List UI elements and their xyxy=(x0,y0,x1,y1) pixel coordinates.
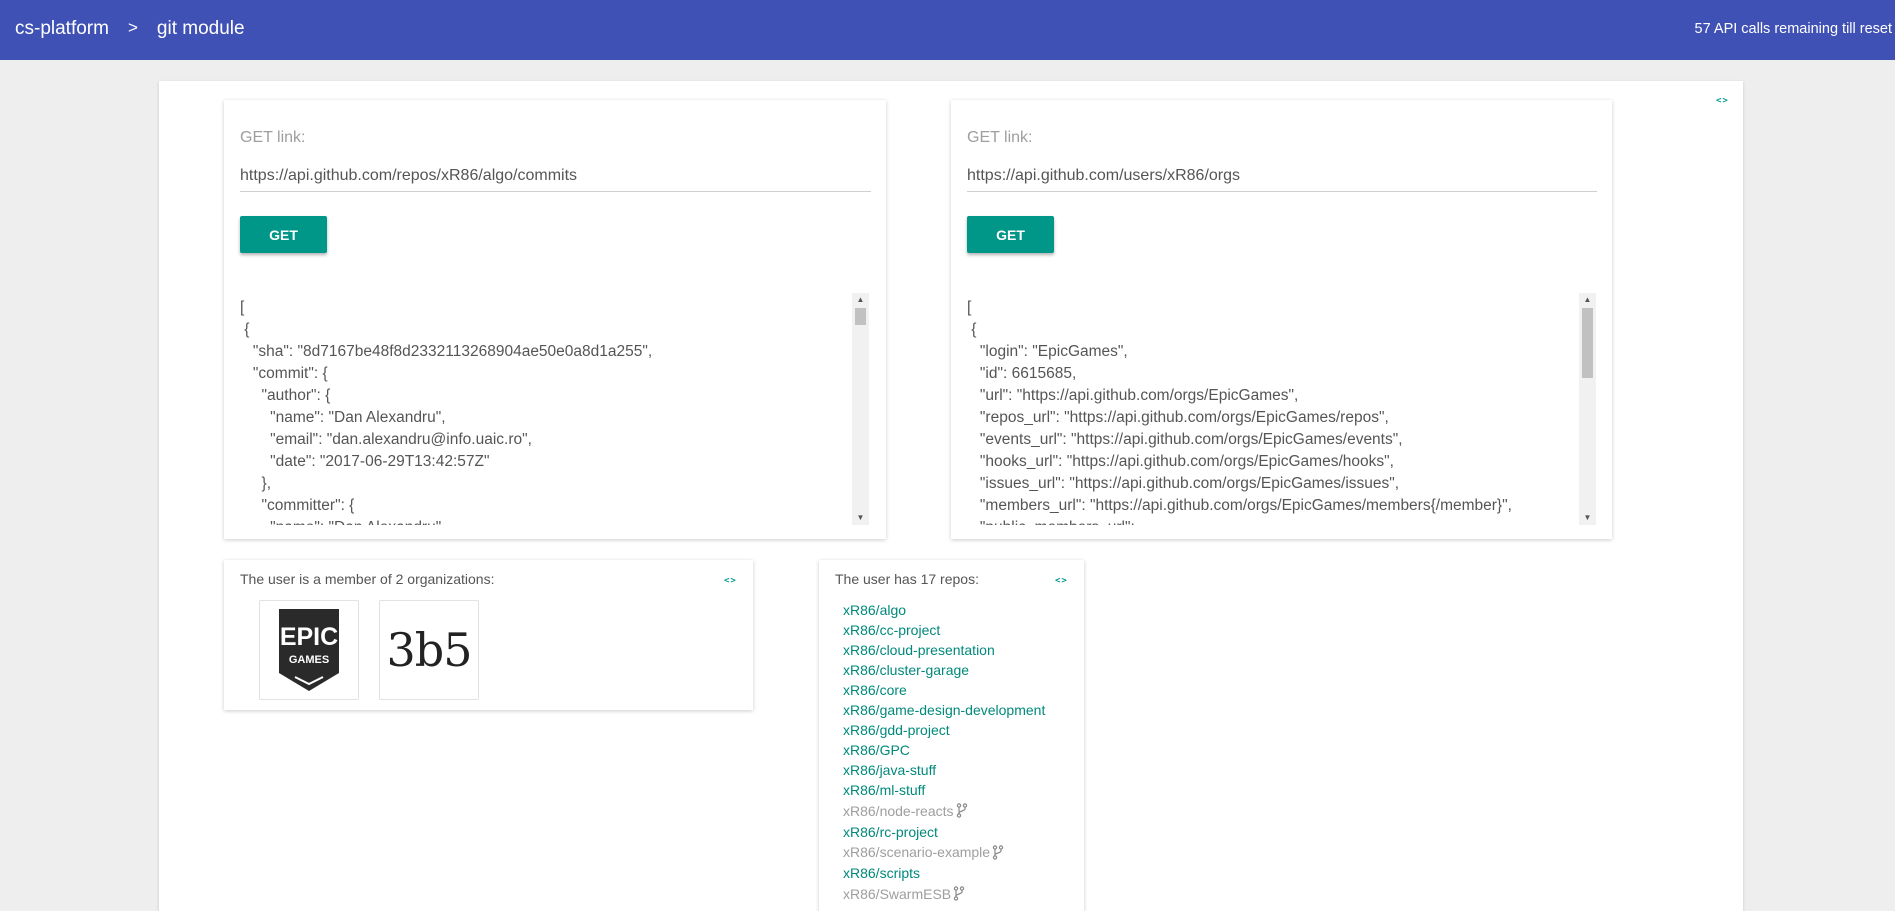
repo-link[interactable]: xR86/cc-project xyxy=(843,620,1045,640)
get-link-label: GET link: xyxy=(967,129,1033,146)
fork-icon xyxy=(953,886,965,901)
scroll-up-arrow-icon[interactable]: ▲ xyxy=(852,293,869,307)
scroll-down-arrow-icon[interactable]: ▼ xyxy=(1579,511,1596,525)
top-app-bar: cs-platform > git module 57 API calls re… xyxy=(0,0,1895,60)
get-button[interactable]: GET xyxy=(967,216,1054,253)
epic-logo-text-top: EPIC xyxy=(280,623,338,651)
api-rate-limit-status: 57 API calls remaining till reset xyxy=(1694,21,1892,37)
repo-link[interactable]: xR86/core xyxy=(843,680,1045,700)
scroll-up-arrow-icon[interactable]: ▲ xyxy=(1579,293,1596,307)
repo-name: xR86/ml-stuff xyxy=(843,782,926,798)
repo-name: xR86/scripts xyxy=(843,865,921,881)
repositories-count-title: The user has 17 repos: xyxy=(835,571,979,587)
repo-link[interactable]: xR86/gdd-project xyxy=(843,720,1045,740)
json-scrollbar[interactable]: ▲ ▼ xyxy=(1579,293,1596,525)
repositories-panel: The user has 17 repos: <> xR86/algo xR86/… xyxy=(819,560,1084,911)
fork-icon xyxy=(956,803,967,818)
code-toggle-icon[interactable]: <> xyxy=(1716,96,1729,106)
breadcrumb: cs-platform > git module xyxy=(15,18,245,40)
repo-name: xR86/SwarmESB xyxy=(843,885,952,902)
code-toggle-icon[interactable]: <> xyxy=(1055,576,1068,586)
breadcrumb-separator: > xyxy=(127,18,138,37)
scroll-down-arrow-icon[interactable]: ▼ xyxy=(852,511,869,525)
organizations-panel: The user is a member of 2 organizations:… xyxy=(224,560,753,710)
epic-games-logo-icon: EPIC GAMES xyxy=(279,609,339,691)
repo-name: xR86/game-design-development xyxy=(843,702,1046,718)
scroll-thumb[interactable] xyxy=(855,308,866,325)
get-panel-commits: GET link: GET [ { "sha": "8d7167be48f8d2… xyxy=(224,100,886,539)
repo-name: xR86/cc-project xyxy=(843,622,941,638)
get-button[interactable]: GET xyxy=(240,216,327,253)
org-epic-games[interactable]: EPIC GAMES xyxy=(259,600,359,700)
repo-name: xR86/cloud-presentation xyxy=(843,642,995,658)
get-link-input[interactable] xyxy=(967,160,1597,192)
epic-logo-text-bottom: GAMES xyxy=(289,654,329,666)
repo-name: xR86/rc-project xyxy=(843,823,938,840)
repo-link[interactable]: xR86/node-reacts xyxy=(843,800,1045,822)
breadcrumb-git-module[interactable]: git module xyxy=(157,18,245,40)
repo-link[interactable]: xR86/scenario-example xyxy=(843,842,1045,864)
get-link-label: GET link: xyxy=(240,129,306,146)
repo-link[interactable]: xR86/GPC xyxy=(843,740,1045,760)
get-panel-orgs: GET link: GET [ { "login": "EpicGames", … xyxy=(951,100,1612,539)
scroll-thumb[interactable] xyxy=(1582,308,1593,378)
repo-link[interactable]: xR86/cluster-garage xyxy=(843,660,1045,680)
json-response[interactable]: [ { "login": "EpicGames", "id": 6615685,… xyxy=(967,293,1567,525)
repo-link[interactable]: xR86/game-design-development xyxy=(843,700,1045,720)
repo-name: xR86/GPC xyxy=(843,742,910,758)
repo-link[interactable]: xR86/rc-project xyxy=(843,822,1045,842)
repo-link[interactable]: xR86/scripts xyxy=(843,863,1045,883)
breadcrumb-cs-platform[interactable]: cs-platform xyxy=(15,18,109,40)
repo-name: xR86/cluster-garage xyxy=(843,662,970,678)
repo-link[interactable]: xR86/ml-stuff xyxy=(843,780,1045,800)
3b5-logo-icon: 3b5 xyxy=(386,623,473,677)
organizations-count-title: The user is a member of 2 organizations: xyxy=(240,571,495,587)
repo-name: xR86/scenario-example xyxy=(843,844,991,861)
json-scrollbar[interactable]: ▲ ▼ xyxy=(852,293,869,525)
repo-link[interactable]: xR86/java-stuff xyxy=(843,760,1045,780)
json-response[interactable]: [ { "sha": "8d7167be48f8d2332113268904ae… xyxy=(240,293,840,525)
repo-name: xR86/gdd-project xyxy=(843,722,950,738)
repo-link[interactable]: xR86/cloud-presentation xyxy=(843,640,1045,660)
repo-link[interactable]: xR86/algo xyxy=(843,600,1045,620)
repo-name: xR86/core xyxy=(843,682,907,698)
get-link-input[interactable] xyxy=(240,160,871,192)
code-toggle-icon[interactable]: <> xyxy=(724,576,737,586)
repo-name: xR86/algo xyxy=(843,602,907,618)
fork-icon xyxy=(992,845,1004,860)
org-3b5[interactable]: 3b5 xyxy=(379,600,479,700)
repo-link[interactable]: xR86/SwarmESB xyxy=(843,883,1045,905)
repository-list: xR86/algo xR86/cc-project xR86/cloud-prese… xyxy=(843,600,1045,905)
repo-name: xR86/node-reacts xyxy=(843,802,954,819)
repo-name: xR86/java-stuff xyxy=(843,762,937,778)
